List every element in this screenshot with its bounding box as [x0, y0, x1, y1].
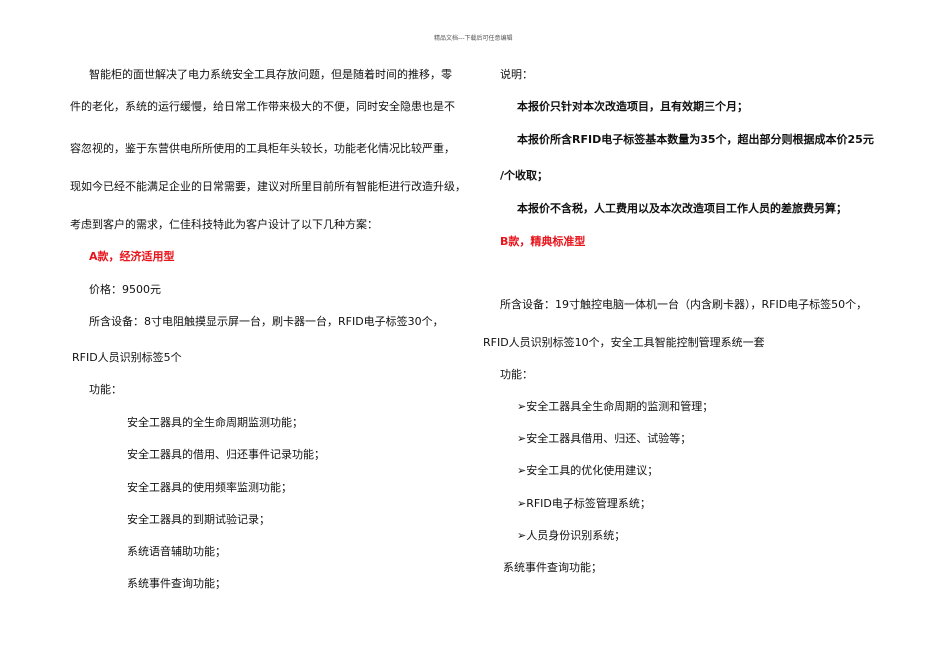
function-item: ➢RFID电子标签管理系统； [517, 497, 651, 510]
note-line: 本报价只针对本次改造项目，且有效期三个月； [517, 100, 748, 113]
plan-b-title: B款，精典标准型 [500, 235, 586, 248]
function-item: ➢安全工器具借用、归还、试验等； [517, 432, 692, 445]
intro-line: 容忽视的，鉴于东营供电所所使用的工具柜年头较长，功能老化情况比较严重， [70, 142, 455, 155]
plan-a-equipment: 所含设备：8寸电阻触摸显示屏一台，刷卡器一台，RFID电子标签30个， [89, 315, 444, 328]
intro-line: 考虑到客户的需求，仁佳科技特此为客户设计了以下几种方案： [70, 218, 378, 231]
function-item: ➢安全工具的优化使用建议； [517, 464, 659, 477]
plan-a-price: 价格：9500元 [89, 283, 161, 296]
plan-b-functions-label: 功能： [500, 368, 533, 381]
note-line: /个收取； [500, 169, 549, 182]
plan-a-title: A款，经济适用型 [89, 250, 175, 263]
function-item: 安全工器具的全生命周期监测功能； [127, 416, 303, 429]
function-item: 系统事件查询功能； [503, 561, 602, 574]
note-line: 本报价不含税，人工费用以及本次改造项目工作人员的差旅费另算； [517, 202, 847, 215]
function-item: 安全工器具的到期试验记录； [127, 513, 270, 526]
function-item: ➢人员身份识别系统； [517, 529, 626, 542]
function-item: 安全工器具的使用频率监测功能； [127, 481, 292, 494]
function-item: 系统语音辅助功能； [127, 545, 226, 558]
note-line: 本报价所含RFID电子标签基本数量为35个，超出部分则根据成本价25元 [517, 133, 874, 146]
note-label: 说明： [500, 68, 533, 81]
function-item: ➢安全工器具全生命周期的监测和管理； [517, 400, 714, 413]
plan-a-functions-label: 功能： [89, 383, 122, 396]
function-item: 系统事件查询功能； [127, 577, 226, 590]
function-item: 安全工器具的借用、归还事件记录功能； [127, 448, 325, 461]
intro-line: 现如今已经不能满足企业的日常需要，建议对所里目前所有智能柜进行改造升级， [70, 180, 466, 193]
plan-b-equipment-cont: RFID人员识别标签10个，安全工具智能控制管理系统一套 [483, 336, 765, 349]
intro-line: 智能柜的面世解决了电力系统安全工具存放问题，但是随着时间的推移，零 [89, 68, 452, 81]
intro-line: 件的老化，系统的运行缓慢，给日常工作带来极大的不便，同时安全隐患也是不 [70, 100, 455, 113]
page-header: 精品文档---下载后可任意编辑 [434, 35, 513, 42]
document-page: 精品文档---下载后可任意编辑 智能柜的面世解决了电力系统安全工具存放问题，但是… [0, 0, 950, 672]
plan-a-equipment-cont: RFID人员识别标签5个 [72, 351, 182, 364]
plan-b-equipment: 所含设备：19寸触控电脑一体机一台（内含刷卡器），RFID电子标签50个， [500, 298, 868, 311]
